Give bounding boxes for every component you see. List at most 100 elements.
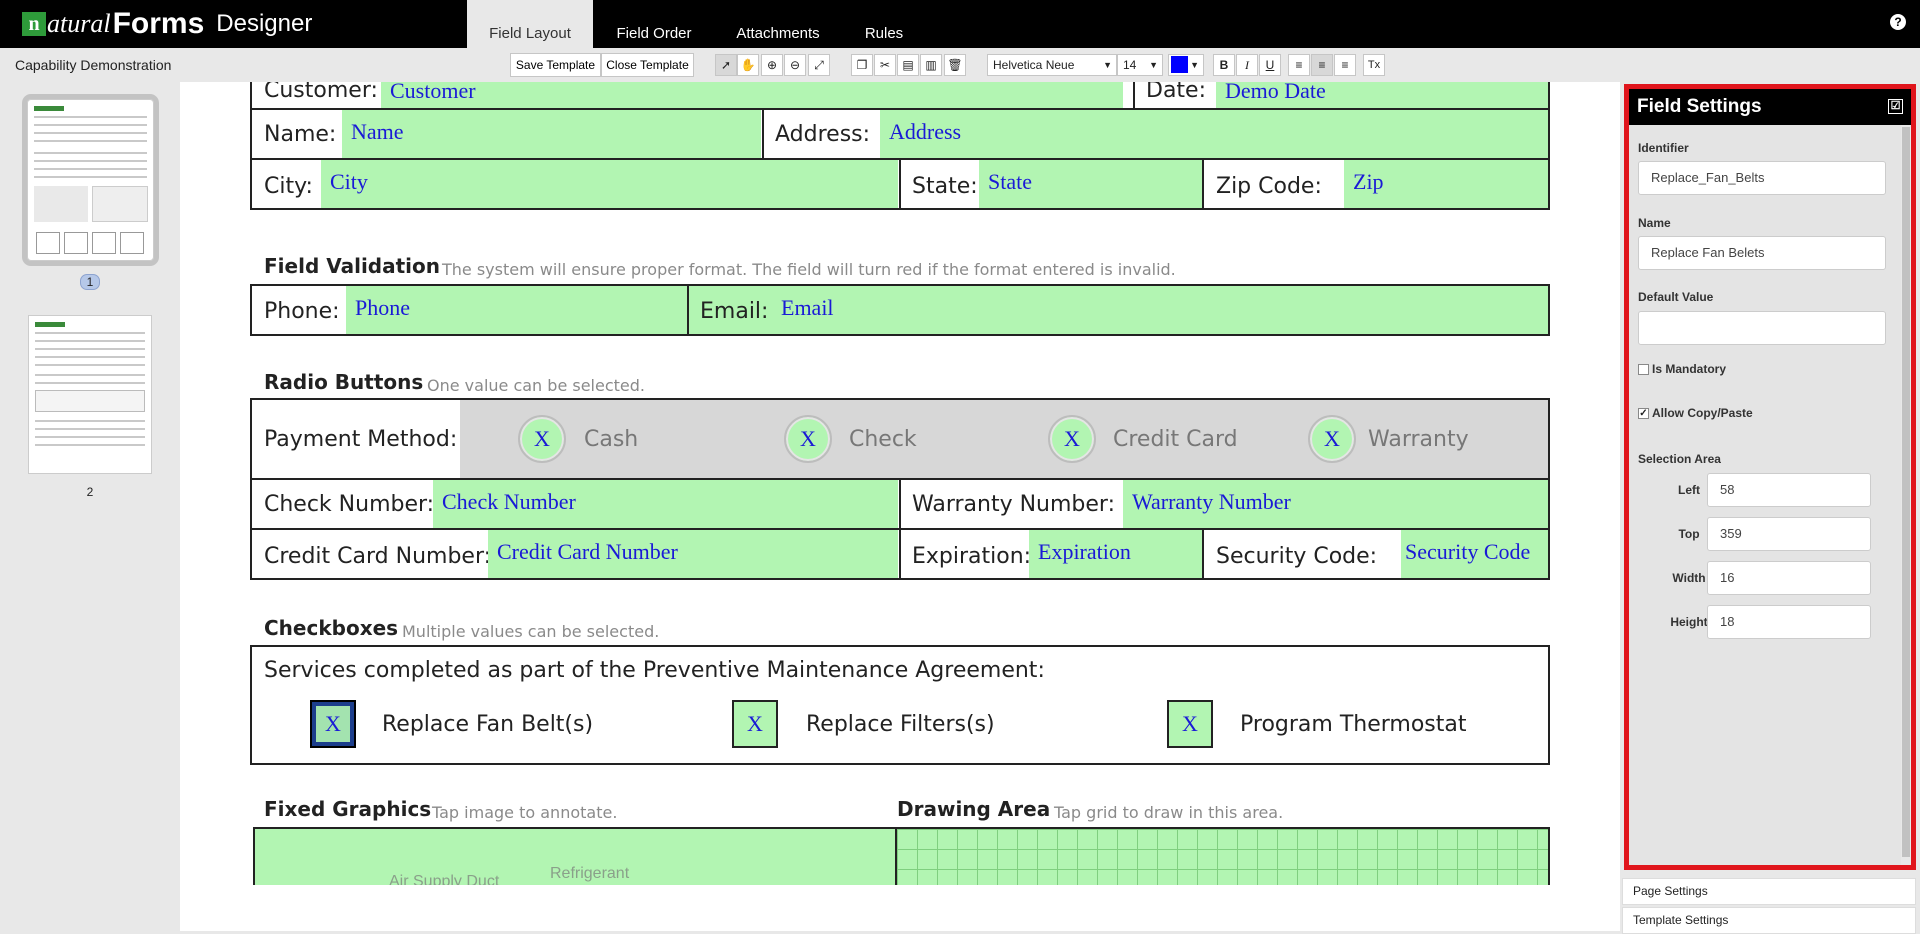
page-number-2[interactable]: 2 [80,485,100,499]
template-settings-accordion[interactable]: Template Settings [1622,907,1916,934]
checkbox-program-thermostat-label: Program Thermostat [1240,712,1467,737]
save-template-button[interactable]: Save Template [510,53,601,77]
default-value-input[interactable] [1638,311,1886,345]
align-center-icon[interactable]: ≡ [1311,54,1333,76]
height-input[interactable]: 18 [1707,605,1871,639]
font-family-select[interactable]: Helvetica Neue ▼ [987,54,1117,76]
thumb-logo [34,106,64,111]
identifier-input[interactable]: Replace_Fan_Belts [1638,161,1886,195]
tab-field-order[interactable]: Field Order [604,0,704,48]
font-size-select[interactable]: 14 ▼ [1117,54,1163,76]
graphic-text-air-supply: Air Supply Duct [389,873,500,885]
radio-check[interactable]: X [784,415,832,463]
divider [1202,528,1204,580]
expiration-field[interactable]: Expiration [1029,530,1202,578]
naturalforms-logo: n atural Forms Designer [22,4,312,44]
city-field[interactable]: City [321,160,898,208]
divider [1202,158,1204,210]
thumb-line [35,364,145,366]
align-left-icon[interactable]: ≡ [1288,54,1310,76]
check-number-field[interactable]: Check Number [433,480,898,528]
date-field[interactable]: Demo Date [1216,82,1548,108]
allow-copy-paste-label: Allow Copy/Paste [1652,406,1753,420]
thumb-grid [92,186,148,222]
is-mandatory-checkbox[interactable]: Is Mandatory [1638,362,1726,376]
expiration-label: Expiration: [912,544,1032,569]
thumb-line [34,132,147,134]
radio-credit-card[interactable]: X [1048,415,1096,463]
thumb-line [34,140,147,142]
cut-icon[interactable]: ✂ [874,54,896,76]
width-input[interactable]: 16 [1707,561,1871,595]
customer-field[interactable]: Customer [381,82,1123,108]
left-input[interactable]: 58 [1707,473,1871,507]
tab-rules[interactable]: Rules [850,0,918,48]
zip-field[interactable]: Zip [1344,160,1548,208]
email-field[interactable]: Email [772,286,1548,334]
pointer-icon[interactable]: ➚ [715,54,737,76]
page-thumbnail-2[interactable] [28,315,152,474]
chevron-down-icon: ▼ [1190,60,1199,70]
help-icon[interactable]: ? [1890,14,1906,30]
section-title-validation: Field Validation [264,254,441,278]
services-prompt: Services completed as part of the Preven… [264,658,1045,683]
zoom-in-icon[interactable]: ⊕ [761,54,783,76]
page-thumbnail-1[interactable] [22,94,159,266]
tab-attachments[interactable]: Attachments [728,0,828,48]
paste-icon[interactable]: ▤ [897,54,919,76]
collapse-icon[interactable]: ☑ [1888,99,1903,114]
scrollbar-thumb[interactable] [1902,127,1910,857]
drawing-grid[interactable] [895,827,1550,885]
security-code-field[interactable]: Security Code [1401,530,1548,578]
checkbox-box-checked[interactable]: ✓ [1638,408,1649,420]
thumb-line [35,356,145,358]
thumb-line [35,420,145,422]
thumb-line [34,160,147,162]
fixed-graphic-image[interactable]: Air Supply Duct Refrigerant [253,827,897,885]
email-label: Email: [700,299,769,324]
tab-field-layout[interactable]: Field Layout [467,0,593,48]
fit-icon[interactable]: ⤢ [808,54,830,76]
page-settings-accordion[interactable]: Page Settings [1622,878,1916,905]
divider [762,108,764,160]
section-note-graphics: Tap image to annotate. [432,803,618,822]
clear-format-icon[interactable]: Tx [1363,54,1385,76]
zoom-out-icon[interactable]: ⊖ [784,54,806,76]
radio-cash[interactable]: X [518,415,566,463]
checkbox-box[interactable] [1638,364,1649,376]
state-field[interactable]: State [979,160,1202,208]
address-field[interactable]: Address [880,110,1548,158]
radio-warranty[interactable]: X [1308,415,1356,463]
checkbox-program-thermostat[interactable]: X [1167,700,1213,748]
checkbox-replace-filters[interactable]: X [732,700,778,748]
copy-icon[interactable]: ❐ [851,54,873,76]
thumb-table [35,390,145,412]
bold-icon[interactable]: B [1213,54,1235,76]
name-input[interactable]: Replace Fan Belets [1638,236,1886,270]
scrollbar[interactable] [1901,125,1911,865]
hand-icon[interactable]: ✋ [737,54,759,76]
thumb-image [34,186,88,222]
checkbox-replace-fan-belts[interactable]: X [310,700,356,748]
name-label: Name: [264,122,337,147]
section-title-drawing: Drawing Area [897,797,1051,821]
paste-special-icon[interactable]: ▥ [920,54,942,76]
trash-icon[interactable]: 🗑 [944,54,966,76]
thumb-line [34,168,147,170]
underline-icon[interactable]: U [1259,54,1281,76]
warranty-number-field[interactable]: Warranty Number [1123,480,1548,528]
checkbox-replace-fan-belts-label: Replace Fan Belt(s) [382,712,594,737]
font-color-picker[interactable]: ▼ [1168,54,1204,76]
customer-label: Customer: [264,82,378,103]
name-field[interactable]: Name [342,110,761,158]
security-code-label: Security Code: [1216,544,1378,569]
close-template-button[interactable]: Close Template [601,53,694,77]
form-canvas[interactable]: Customer: Customer Date: Demo Date Name:… [180,82,1620,885]
top-input[interactable]: 359 [1707,517,1871,551]
page-number-1[interactable]: 1 [80,274,100,290]
checkbox-replace-filters-label: Replace Filters(s) [806,712,995,737]
italic-icon[interactable]: I [1236,54,1258,76]
allow-copy-paste-checkbox[interactable]: ✓ Allow Copy/Paste [1638,406,1753,420]
credit-card-number-field[interactable]: Credit Card Number [488,530,898,578]
align-right-icon[interactable]: ≡ [1334,54,1356,76]
